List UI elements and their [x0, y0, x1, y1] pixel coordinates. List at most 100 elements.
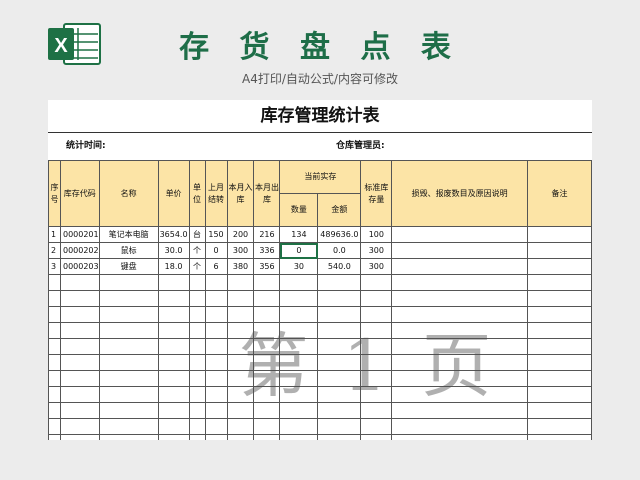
cell-name[interactable]: [98, 354, 159, 371]
cell-out[interactable]: 336: [253, 242, 281, 259]
header-carry[interactable]: 上月结转: [204, 160, 228, 227]
cell-in[interactable]: 200: [226, 226, 255, 243]
cell-amount[interactable]: 489636.0: [317, 226, 362, 243]
cell-note[interactable]: [527, 322, 592, 339]
cell-name[interactable]: [98, 418, 159, 435]
cell-carry[interactable]: [204, 386, 228, 403]
cell-explain[interactable]: [391, 274, 529, 291]
cell-out[interactable]: [253, 274, 281, 291]
cell-standard[interactable]: [360, 290, 393, 307]
cell-explain[interactable]: [391, 226, 529, 243]
cell-seq[interactable]: 1: [48, 226, 61, 243]
cell-seq[interactable]: [48, 386, 61, 403]
cell-name[interactable]: [98, 290, 159, 307]
cell-in[interactable]: [226, 386, 255, 403]
cell-price[interactable]: 30.0: [157, 242, 190, 259]
cell-price[interactable]: [157, 386, 190, 403]
cell-out[interactable]: [253, 434, 281, 440]
cell-price[interactable]: 18.0: [157, 258, 190, 275]
cell-carry[interactable]: 6: [204, 258, 228, 275]
cell-name[interactable]: 笔记本电脑: [98, 226, 159, 243]
cell-out[interactable]: [253, 418, 281, 435]
cell-note[interactable]: [527, 258, 592, 275]
cell-name[interactable]: [98, 338, 159, 355]
cell-unit[interactable]: [188, 306, 206, 323]
cell-in[interactable]: [226, 434, 255, 440]
cell-unit[interactable]: [188, 370, 206, 387]
cell-out[interactable]: [253, 386, 281, 403]
cell-note[interactable]: [527, 402, 592, 419]
header-price[interactable]: 单价: [157, 160, 190, 227]
cell-qty[interactable]: [279, 306, 319, 323]
cell-out[interactable]: [253, 354, 281, 371]
cell-unit[interactable]: [188, 290, 206, 307]
cell-out[interactable]: [253, 402, 281, 419]
cell-seq[interactable]: 2: [48, 242, 61, 259]
cell-qty[interactable]: [279, 386, 319, 403]
cell-amount[interactable]: [317, 322, 362, 339]
cell-note[interactable]: [527, 306, 592, 323]
cell-note[interactable]: [527, 386, 592, 403]
cell-price[interactable]: [157, 402, 190, 419]
cell-seq[interactable]: [48, 290, 61, 307]
cell-out[interactable]: [253, 370, 281, 387]
stat-time-label[interactable]: 统计时间:: [66, 132, 106, 160]
cell-carry[interactable]: [204, 402, 228, 419]
cell-code[interactable]: [59, 354, 100, 371]
cell-price[interactable]: [157, 370, 190, 387]
cell-code[interactable]: [59, 418, 100, 435]
cell-in[interactable]: [226, 322, 255, 339]
cell-code[interactable]: [59, 306, 100, 323]
cell-seq[interactable]: [48, 338, 61, 355]
cell-unit[interactable]: [188, 338, 206, 355]
cell-standard[interactable]: [360, 338, 393, 355]
cell-seq[interactable]: [48, 274, 61, 291]
cell-qty[interactable]: [279, 402, 319, 419]
cell-code[interactable]: 0000202: [59, 242, 100, 259]
cell-note[interactable]: [527, 434, 592, 440]
cell-qty[interactable]: [279, 338, 319, 355]
cell-carry[interactable]: 150: [204, 226, 228, 243]
manager-label[interactable]: 仓库管理员:: [336, 132, 385, 160]
cell-in[interactable]: [226, 306, 255, 323]
cell-note[interactable]: [527, 354, 592, 371]
cell-qty[interactable]: [279, 434, 319, 440]
cell-code[interactable]: [59, 290, 100, 307]
cell-explain[interactable]: [391, 242, 529, 259]
header-code[interactable]: 库存代码: [59, 160, 100, 227]
cell-unit[interactable]: 个: [188, 242, 206, 259]
cell-carry[interactable]: [204, 274, 228, 291]
cell-name[interactable]: 键盘: [98, 258, 159, 275]
cell-price[interactable]: 3654.0: [157, 226, 190, 243]
header-qty[interactable]: 数量: [279, 193, 319, 227]
cell-standard[interactable]: [360, 274, 393, 291]
cell-standard[interactable]: [360, 418, 393, 435]
cell-unit[interactable]: 个: [188, 258, 206, 275]
cell-in[interactable]: 300: [226, 242, 255, 259]
header-out[interactable]: 本月出库: [253, 160, 281, 227]
cell-amount[interactable]: [317, 274, 362, 291]
cell-standard[interactable]: [360, 386, 393, 403]
cell-name[interactable]: [98, 386, 159, 403]
cell-qty[interactable]: 0: [279, 242, 319, 259]
cell-price[interactable]: [157, 306, 190, 323]
cell-amount[interactable]: [317, 370, 362, 387]
cell-note[interactable]: [527, 418, 592, 435]
header-note[interactable]: 备注: [527, 160, 592, 227]
cell-unit[interactable]: [188, 274, 206, 291]
cell-note[interactable]: [527, 290, 592, 307]
header-in[interactable]: 本月入库: [226, 160, 255, 227]
cell-explain[interactable]: [391, 386, 529, 403]
cell-unit[interactable]: [188, 322, 206, 339]
cell-note[interactable]: [527, 242, 592, 259]
cell-price[interactable]: [157, 274, 190, 291]
cell-amount[interactable]: [317, 386, 362, 403]
cell-standard[interactable]: 300: [360, 258, 393, 275]
cell-unit[interactable]: [188, 418, 206, 435]
cell-qty[interactable]: [279, 274, 319, 291]
cell-explain[interactable]: [391, 258, 529, 275]
cell-qty[interactable]: [279, 322, 319, 339]
cell-in[interactable]: [226, 418, 255, 435]
cell-seq[interactable]: [48, 434, 61, 440]
cell-in[interactable]: [226, 274, 255, 291]
